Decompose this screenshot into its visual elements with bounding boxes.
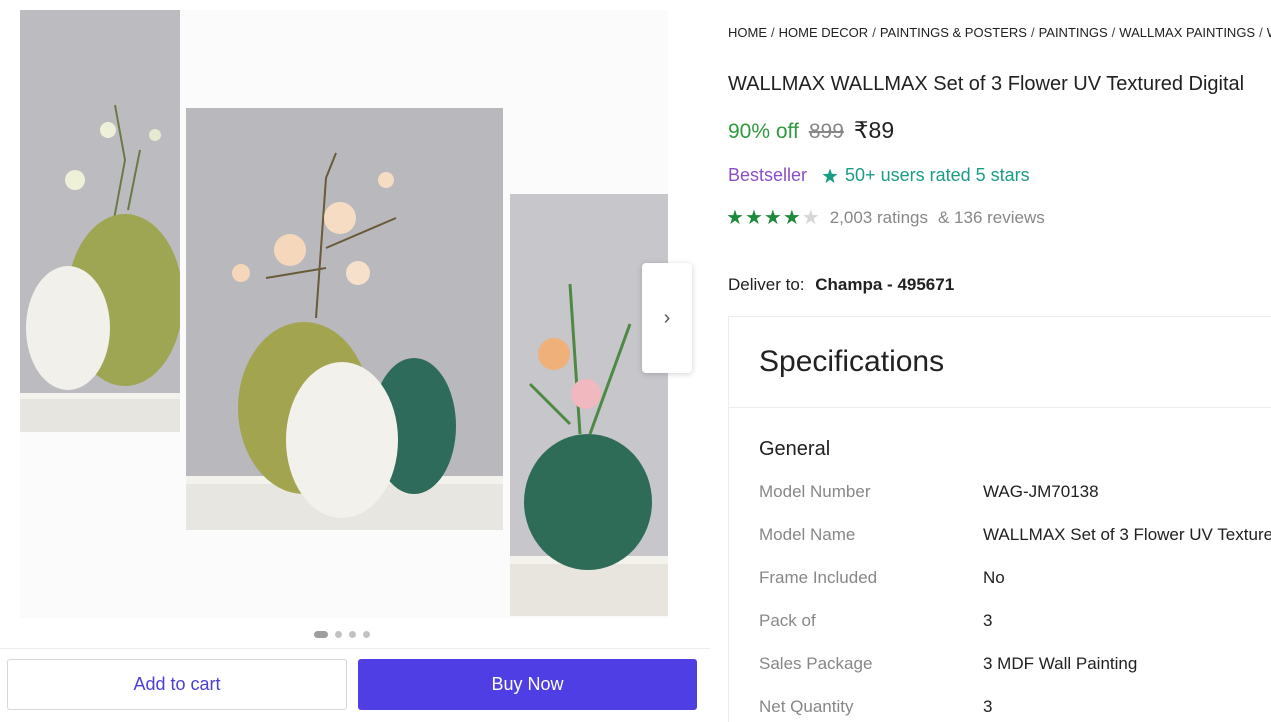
ratings-row[interactable]: ★ ★ ★ ★ ★ 2,003 ratings & 136 reviews [728,208,1045,228]
gallery-pagination-dots [314,631,370,638]
selling-price: ₹89 [853,117,895,143]
breadcrumb-item[interactable]: PAINTINGS [1039,25,1108,40]
spec-key: Model Number [759,482,871,501]
bestseller-badge: Bestseller [728,165,808,185]
vase-center-image [186,108,503,530]
buy-now-label: Buy Now [491,674,564,694]
breadcrumb-item[interactable]: WALLMAX PAINTINGS [1119,25,1255,40]
spec-value: 3 [983,611,993,630]
product-title: WALLMAX WALLMAX Set of 3 Flower UV Textu… [728,73,1245,95]
breadcrumb: HOME / HOME DECOR / PAINTINGS & POSTERS / PAIN… [728,25,1271,40]
gallery-next-button[interactable]: › [642,263,692,373]
spec-value: No [983,568,1005,587]
users-rated-badge: 50+ users rated 5 stars [821,165,1030,186]
pagination-dot[interactable] [314,631,328,638]
breadcrumb-separator: / [771,25,775,40]
star-rating: ★ ★ ★ ★ ★ [728,208,820,228]
product-image-panel-right[interactable] [510,194,668,616]
delivery-location[interactable]: Deliver to: Champa - 495671 [728,275,954,295]
breadcrumb-item[interactable]: HOME DECOR [779,25,869,40]
ratings-count: 2,003 ratings [829,208,928,227]
breadcrumb-item[interactable]: WAL [1267,25,1271,40]
breadcrumb-item[interactable]: PAINTINGS & POSTERS [880,25,1027,40]
product-info: HOME / HOME DECOR / PAINTINGS & POSTERS / PAIN… [728,0,1271,722]
star-icon: ★ [782,207,801,229]
spec-key: Frame Included [759,568,878,587]
pagination-dot[interactable] [335,631,342,638]
buy-now-button[interactable]: Buy Now [358,659,697,710]
spec-key: Model Name [759,525,856,544]
star-icon: ★ [728,207,744,229]
breadcrumb-separator: / [872,25,876,40]
spec-key: Sales Package [759,654,873,673]
original-price: 899 [808,120,844,143]
spec-value: 3 [983,697,993,716]
sparkle-star-icon [822,168,838,183]
price-row: 90% off 899 ₹89 [728,117,894,144]
chevron-right-icon: › [663,306,671,329]
deliver-location-value: Champa - 495671 [815,275,955,294]
product-image-gallery: › [0,0,710,650]
deliver-to-label: Deliver to: [728,275,805,294]
spec-value: 3 MDF Wall Painting [983,654,1138,673]
spec-value: WAG-JM70138 [983,482,1099,501]
star-icon: ★ [763,207,782,229]
pagination-dot[interactable] [363,631,370,638]
breadcrumb-separator: / [1259,25,1263,40]
vase-right-image [510,194,668,616]
action-bar: Add to cart Buy Now [0,648,710,722]
add-to-cart-button[interactable]: Add to cart [7,659,347,710]
add-to-cart-label: Add to cart [133,674,221,694]
star-icon: ★ [801,207,820,229]
specifications-section: Specifications General Model Number WAG-J… [728,316,1271,722]
product-image-panel-center[interactable] [186,108,503,530]
specifications-heading: Specifications [729,317,1271,408]
breadcrumb-separator: / [1111,25,1116,40]
badge-row: Bestseller 50+ users rated 5 stars [728,165,1030,186]
spec-key: Pack of [759,611,816,630]
reviews-count: & 136 reviews [937,208,1045,227]
breadcrumb-separator: / [1030,25,1035,40]
vase-left-image [20,10,180,432]
breadcrumb-item[interactable]: HOME [728,25,767,40]
spec-key: Net Quantity [759,697,854,716]
product-image-panel-left[interactable] [20,10,180,432]
star-icon: ★ [744,207,763,229]
spec-value: WALLMAX Set of 3 Flower UV Texture [983,525,1271,544]
users-rated-text: 50+ users rated 5 stars [845,165,1030,185]
spec-group-title: General [759,438,831,460]
discount-label: 90% off [728,120,799,143]
pagination-dot[interactable] [349,631,356,638]
